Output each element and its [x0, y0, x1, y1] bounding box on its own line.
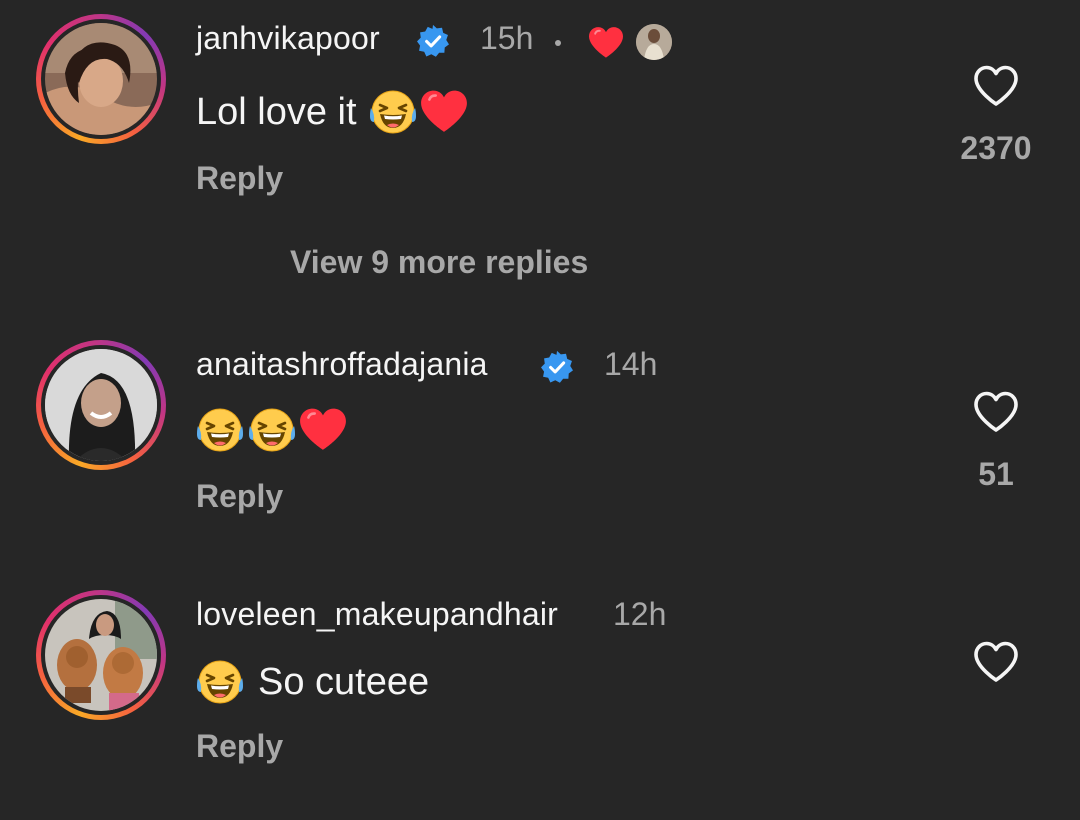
avatar-image	[45, 599, 157, 711]
avatar	[45, 599, 157, 711]
username[interactable]: anaitashroffadajania	[196, 346, 488, 383]
username[interactable]: loveleen_makeupandhair	[196, 596, 558, 633]
like-count: 51	[978, 456, 1014, 492]
avatar-ring[interactable]	[36, 590, 166, 720]
username[interactable]: janhvikapoor	[196, 20, 380, 57]
separator-dot	[555, 40, 561, 46]
comment-time: 15h	[480, 20, 534, 56]
comment-time: 12h	[613, 596, 667, 632]
red-heart-emoji-icon	[419, 89, 469, 135]
verified-badge-icon	[416, 24, 450, 58]
avatar-image	[45, 23, 157, 135]
comment-text: So cuteee	[196, 658, 429, 706]
comment-text-content: Lol love it	[196, 90, 357, 133]
comment-item: loveleen_makeupandhair 12h So cuteee Rep…	[0, 588, 1080, 820]
laughing-tears-emoji-icon	[196, 406, 244, 454]
author-liked-heart-icon	[587, 26, 625, 60]
like-heart-icon[interactable]	[972, 640, 1020, 684]
avatar-image	[45, 349, 157, 461]
reply-button[interactable]: Reply	[196, 478, 283, 515]
comment-text: Lol love it	[196, 88, 469, 136]
avatar-ring[interactable]	[36, 14, 166, 144]
view-more-replies-button[interactable]: View 9 more replies	[290, 244, 588, 281]
avatar	[45, 23, 157, 135]
comment-time: 14h	[604, 346, 658, 382]
verified-badge-icon	[540, 350, 574, 384]
laughing-tears-emoji-icon	[369, 88, 417, 136]
avatar	[45, 349, 157, 461]
author-mini-avatar	[636, 24, 672, 60]
comment-item: janhvikapoor 15h Lol love it Reply 2370	[0, 0, 1080, 240]
reply-button[interactable]: Reply	[196, 160, 283, 197]
avatar-ring[interactable]	[36, 340, 166, 470]
like-heart-icon[interactable]	[972, 390, 1020, 434]
comment-item: anaitashroffadajania 14h Reply 51	[0, 338, 1080, 558]
laughing-tears-emoji-icon	[196, 658, 244, 706]
laughing-tears-emoji-icon	[248, 406, 296, 454]
like-count: 2370	[960, 130, 1032, 166]
red-heart-emoji-icon	[298, 407, 348, 453]
like-heart-icon[interactable]	[972, 64, 1020, 108]
comment-text-content: So cuteee	[258, 660, 430, 703]
comment-text	[196, 406, 348, 454]
reply-button[interactable]: Reply	[196, 728, 283, 765]
